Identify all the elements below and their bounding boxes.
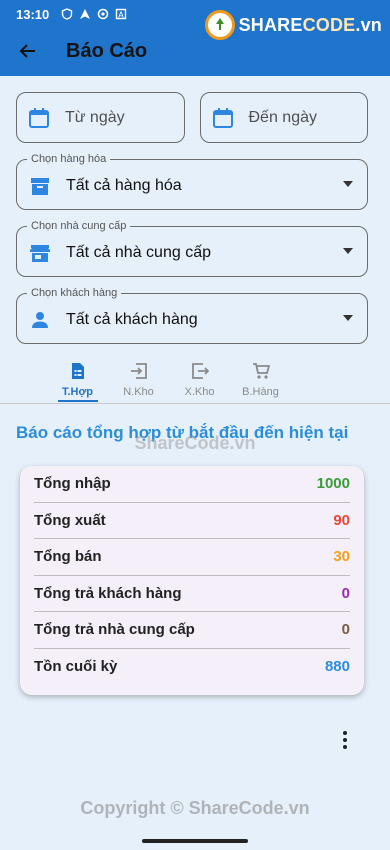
summary-row-label: Tổng trả khách hàng bbox=[34, 584, 182, 602]
customer-select[interactable]: Chọn khách hàng Tất cả khách hàng bbox=[16, 286, 368, 344]
dropdown-arrow-icon bbox=[343, 315, 353, 321]
summary-row: Tổng xuất 90 bbox=[34, 503, 350, 539]
more-vert-dot bbox=[343, 738, 347, 742]
summary-row-value: 880 bbox=[324, 658, 350, 676]
tab-import[interactable]: N.Kho bbox=[108, 360, 169, 402]
report-tabs: T.Hợp N.Kho X.Kho B.Hàng bbox=[47, 360, 291, 402]
copyright-watermark: Copyright © ShareCode.vn bbox=[80, 798, 310, 818]
summary-row: Tồn cuối kỳ 880 bbox=[34, 649, 350, 686]
tab-divider bbox=[0, 403, 390, 404]
export-icon bbox=[191, 363, 209, 379]
summary-row-value: 30 bbox=[333, 548, 350, 566]
calendar-icon bbox=[29, 107, 49, 128]
report-content: Từ ngày Đến ngày Chọn hàng hóa Tất cả hà… bbox=[0, 76, 390, 850]
tab-summary[interactable]: T.Hợp bbox=[47, 360, 108, 402]
summary-row-label: Tồn cuối kỳ bbox=[34, 658, 118, 676]
summary-row-value: 0 bbox=[341, 621, 350, 639]
tab-import-label: N.Kho bbox=[123, 386, 154, 398]
app-status-icon: A bbox=[116, 8, 127, 20]
active-tab-indicator bbox=[58, 400, 98, 402]
to-date-placeholder: Đến ngày bbox=[248, 108, 318, 126]
summary-row-label: Tổng trả nhà cung cấp bbox=[34, 621, 195, 639]
summary-doc-icon bbox=[71, 363, 84, 379]
date-range-row: Từ ngày Đến ngày bbox=[16, 92, 368, 143]
store-icon bbox=[30, 244, 50, 262]
summary-row: Tổng nhập 1000 bbox=[34, 466, 350, 503]
summary-row: Tổng trả khách hàng 0 bbox=[34, 576, 350, 612]
navigation-status-icon bbox=[80, 9, 91, 19]
more-vert-dot bbox=[343, 745, 347, 749]
top-app-bar: 13:10 A SHARECODE.vn Báo Cáo bbox=[0, 0, 390, 76]
calendar-icon bbox=[212, 107, 233, 128]
app-bar: Báo Cáo bbox=[0, 30, 390, 72]
home-indicator[interactable] bbox=[142, 839, 248, 843]
tab-sales[interactable]: B.Hàng bbox=[230, 360, 291, 402]
product-select[interactable]: Chọn hàng hóa Tất cả hàng hóa bbox=[16, 152, 368, 210]
arrow-back-icon bbox=[19, 44, 35, 58]
summary-row: Tổng bán 30 bbox=[34, 539, 350, 576]
summary-row-label: Tổng bán bbox=[34, 548, 102, 566]
summary-title: Báo cáo tổng hợp từ bắt đầu đến hiện tại bbox=[16, 423, 349, 442]
status-time: 13:10 bbox=[16, 6, 50, 22]
summary-row-label: Tổng xuất bbox=[34, 511, 106, 529]
product-select-value: Tất cả hàng hóa bbox=[66, 176, 182, 194]
summary-row-value: 90 bbox=[333, 511, 350, 529]
supplier-select-value: Tất cả nhà cung cấp bbox=[66, 243, 211, 261]
from-date-placeholder: Từ ngày bbox=[65, 108, 125, 126]
to-date-field[interactable]: Đến ngày bbox=[199, 92, 368, 143]
settings-status-icon bbox=[97, 8, 109, 20]
archive-box-icon bbox=[31, 177, 49, 195]
tab-export-label: X.Kho bbox=[184, 386, 215, 398]
supplier-select[interactable]: Chọn nhà cung cấp Tất cả nhà cung cấp bbox=[16, 219, 368, 277]
from-date-field[interactable]: Từ ngày bbox=[16, 92, 185, 143]
tab-sales-label: B.Hàng bbox=[242, 386, 279, 398]
tab-summary-label: T.Hợp bbox=[61, 386, 94, 398]
tab-export[interactable]: X.Kho bbox=[169, 360, 230, 402]
customer-select-value: Tất cả khách hàng bbox=[66, 310, 198, 328]
page-title: Báo Cáo bbox=[66, 39, 148, 62]
import-icon bbox=[130, 363, 147, 379]
summary-row-label: Tổng nhập bbox=[34, 475, 111, 493]
summary-row-value: 0 bbox=[341, 584, 350, 602]
summary-row: Tổng trả nhà cung cấp 0 bbox=[34, 612, 350, 649]
person-icon bbox=[32, 311, 48, 328]
dropdown-arrow-icon bbox=[343, 181, 353, 187]
dropdown-arrow-icon bbox=[343, 248, 353, 254]
summary-card: Tổng nhập 1000 Tổng xuất 90 Tổng bán 30 … bbox=[20, 466, 364, 695]
more-vert-dot bbox=[343, 731, 347, 735]
more-options-button[interactable] bbox=[335, 728, 355, 752]
cart-icon bbox=[252, 363, 270, 379]
back-button[interactable] bbox=[16, 39, 40, 63]
shield-status-icon bbox=[62, 8, 73, 20]
svg-text:A: A bbox=[119, 11, 125, 20]
summary-row-value: 1000 bbox=[316, 475, 350, 493]
